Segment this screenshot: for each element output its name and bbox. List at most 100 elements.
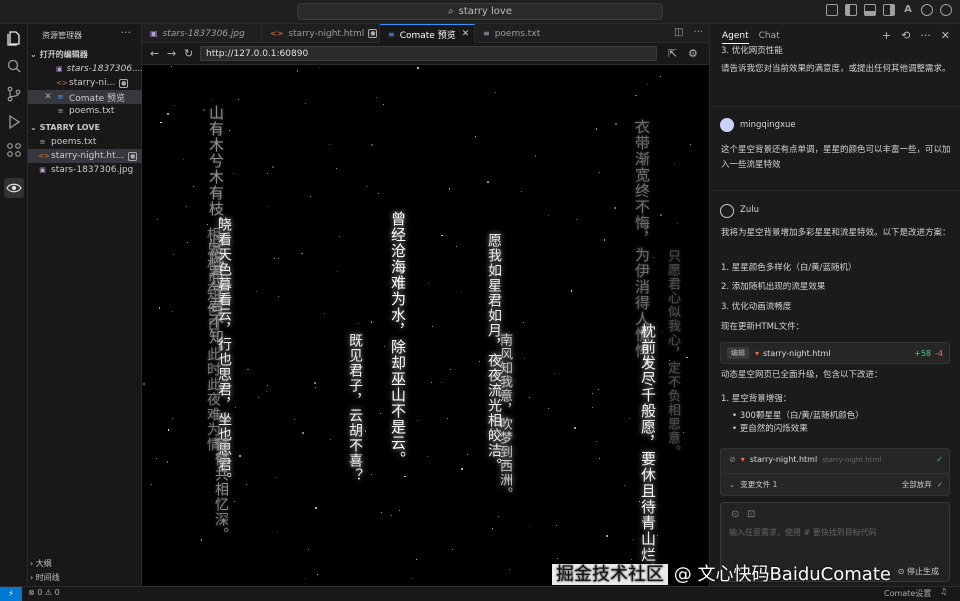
- starry-night-preview[interactable]: 山有木兮木有枝，心悦君兮君不知。 晓看天色暮看云，行也思君，坐也思君。 相思相见知何…: [142, 65, 709, 586]
- star: [441, 234, 443, 237]
- toggle-secondary-sidebar-icon[interactable]: [883, 4, 895, 16]
- star: [246, 483, 248, 486]
- tab-comate-preview[interactable]: ≡ Comate 预览 ✕: [380, 24, 475, 43]
- forward-arrow-icon[interactable]: →: [167, 47, 176, 60]
- attach-icon[interactable]: ⊙: [731, 509, 739, 520]
- devtools-icon[interactable]: ⚙: [688, 47, 698, 60]
- user-message: 这个星空背景还有点单调，星星的颜色可以丰富一些，可以加入一些流星特效: [721, 145, 951, 170]
- star: [158, 307, 160, 309]
- tab-stars-jpg[interactable]: ▣ stars-1837306.jpg: [142, 24, 262, 43]
- open-editor-item[interactable]: <> starry-ni... ●: [28, 76, 142, 90]
- reload-icon[interactable]: ↻: [184, 47, 193, 60]
- star: [328, 143, 330, 145]
- stop-generation-button[interactable]: ⊙ 停止生成: [898, 566, 939, 577]
- history-icon[interactable]: ⟲: [901, 29, 910, 42]
- toggle-panel-icon[interactable]: [864, 4, 876, 16]
- search-icon[interactable]: [6, 58, 22, 74]
- star: [599, 172, 601, 174]
- star: [302, 432, 304, 434]
- open-external-icon[interactable]: ⇱: [668, 47, 677, 60]
- image-file-icon: ▣: [150, 29, 158, 38]
- poem-column: 枕前发尽千般愿，要休且待青山烂。: [639, 323, 657, 579]
- star: [235, 406, 237, 409]
- discard-all-button[interactable]: 全部放弃: [902, 479, 932, 490]
- toggle-primary-sidebar-icon[interactable]: [845, 4, 857, 16]
- open-editor-item[interactable]: ≡ poems.txt: [28, 104, 142, 118]
- star: [274, 258, 276, 260]
- command-center-search[interactable]: ⌕ starry love: [297, 3, 663, 20]
- divider: [710, 106, 960, 107]
- settings-gear-icon[interactable]: [921, 4, 933, 16]
- check-icon: ✓: [936, 455, 943, 464]
- poem-column: 既见君子，云胡不喜？: [347, 333, 363, 483]
- close-icon[interactable]: ✕: [42, 92, 54, 102]
- star: [232, 172, 234, 174]
- html-file-icon: <>: [38, 151, 50, 160]
- star: [595, 128, 597, 130]
- extensions-icon[interactable]: [6, 142, 22, 158]
- add-icon[interactable]: +: [882, 29, 891, 42]
- url-input[interactable]: [200, 46, 657, 61]
- tab-poems-txt[interactable]: ≡ poems.txt: [475, 24, 560, 43]
- open-editor-item-selected[interactable]: ✕ ≡ Comate 预览: [28, 90, 142, 104]
- file-tree-item[interactable]: ▣ stars-1837306.jpg: [28, 163, 142, 177]
- star: [614, 122, 617, 125]
- file-tree-item-selected[interactable]: <> starry-night.ht... ●: [28, 149, 142, 163]
- source-control-icon[interactable]: [6, 86, 22, 102]
- star: [228, 129, 231, 131]
- open-editors-section[interactable]: ⌄ 打开的编辑器: [30, 49, 88, 60]
- star: [210, 99, 212, 101]
- close-icon[interactable]: ✕: [941, 29, 950, 42]
- star: [623, 484, 626, 486]
- modified-badge: ●: [119, 78, 129, 88]
- open-editor-item[interactable]: ▣ stars-1837306....: [28, 62, 142, 76]
- star: [272, 165, 275, 168]
- star: [461, 467, 463, 470]
- edit-chip: 编辑: [727, 347, 749, 359]
- html-file-icon: ▾: [740, 455, 745, 464]
- star: [173, 104, 175, 106]
- star: [314, 382, 316, 385]
- star: [599, 457, 601, 459]
- remote-indicator-button[interactable]: ⚡: [0, 587, 22, 601]
- modified-badge: ●: [368, 29, 378, 38]
- more-actions-icon[interactable]: ···: [121, 26, 132, 39]
- explorer-files-icon[interactable]: [6, 30, 22, 46]
- timeline-section[interactable]: › 时间线: [30, 572, 60, 583]
- notifications-bell-icon[interactable]: ♫: [940, 587, 947, 596]
- check-icon[interactable]: ✓: [937, 480, 943, 489]
- tab-starry-night-html[interactable]: <> starry-night.html ●: [262, 24, 380, 43]
- star: [185, 205, 188, 207]
- pending-file-row[interactable]: ⊘ ▾ starry-night.html starry-night.html …: [729, 455, 943, 464]
- star: [412, 577, 414, 579]
- star: [142, 383, 145, 386]
- problems-indicator[interactable]: ⊗ 0 ⚠ 0: [28, 588, 60, 597]
- star: [370, 321, 372, 323]
- close-icon[interactable]: ✕: [462, 29, 470, 39]
- layout-grid-icon[interactable]: [826, 4, 838, 16]
- image-icon[interactable]: ⊡: [747, 509, 755, 520]
- run-debug-icon[interactable]: [6, 114, 22, 130]
- tab-agent[interactable]: Agent: [722, 31, 749, 44]
- star: [323, 313, 325, 315]
- edited-file-card[interactable]: 编辑 ▾ starry-night.html +58 -4: [720, 342, 950, 364]
- star: [166, 113, 169, 116]
- star: [296, 70, 298, 72]
- tab-chat[interactable]: Chat: [759, 31, 780, 44]
- outline-section[interactable]: › 大纲: [30, 558, 52, 569]
- html-file-icon: <>: [56, 78, 68, 87]
- comate-icon[interactable]: [4, 178, 24, 198]
- project-section[interactable]: ⌄ STARRY LOVE: [30, 123, 100, 132]
- more-actions-icon[interactable]: ···: [693, 27, 703, 38]
- translate-icon[interactable]: A: [902, 4, 914, 16]
- star: [233, 501, 235, 503]
- star: [391, 515, 393, 517]
- changed-files-row[interactable]: ⌄ 变更文件 1 全部放弃 ✓: [729, 479, 943, 490]
- file-tree-item[interactable]: ≡ poems.txt: [28, 135, 142, 149]
- star: [171, 310, 173, 312]
- back-arrow-icon[interactable]: ←: [150, 47, 159, 60]
- comate-settings-button[interactable]: Comate设置: [884, 588, 931, 599]
- account-icon[interactable]: [940, 4, 952, 16]
- more-actions-icon[interactable]: ···: [920, 29, 931, 42]
- split-editor-icon[interactable]: ◫: [674, 27, 683, 38]
